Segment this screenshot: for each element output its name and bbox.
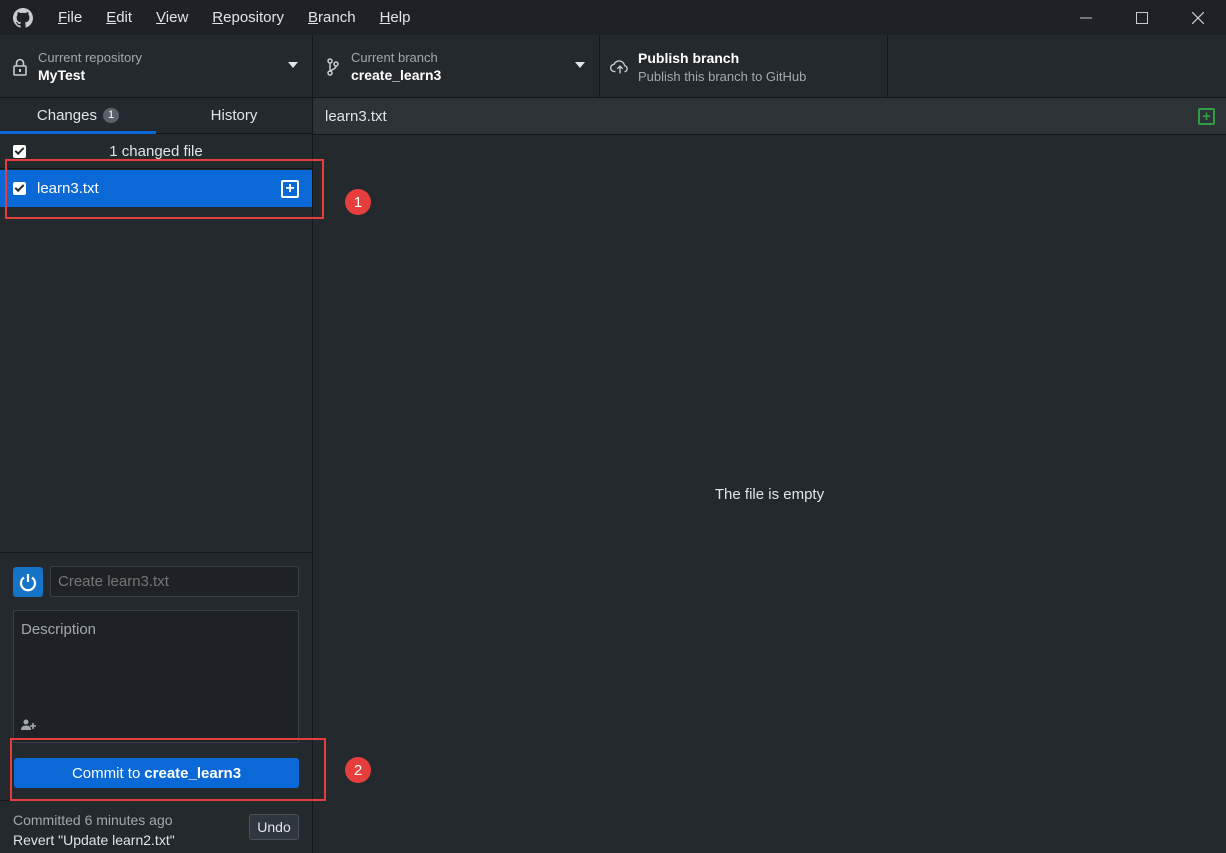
current-branch-value: create_learn3 [351, 66, 442, 83]
changed-files-count: 1 changed file [109, 142, 203, 160]
menu-branch[interactable]: Branch [296, 0, 368, 35]
menu-help[interactable]: Help [368, 0, 423, 35]
tab-changes-label: Changes [36, 107, 97, 124]
menu-repository[interactable]: Repository [200, 0, 296, 35]
current-branch-button[interactable]: Current branch create_learn3 [313, 35, 600, 98]
empty-file-message: The file is empty [714, 486, 825, 503]
diff-view: The file is empty [313, 135, 1226, 853]
tab-changes[interactable]: Changes 1 [0, 98, 156, 134]
last-commit-panel: Committed 6 minutes ago Revert "Update l… [0, 800, 312, 853]
toolbar: Current repository MyTest Current branch… [0, 35, 1226, 98]
tab-history-label: History [210, 107, 258, 124]
commit-description-field[interactable]: Description [13, 610, 299, 743]
current-branch-label: Current branch [351, 49, 438, 65]
close-button[interactable] [1170, 0, 1226, 35]
current-repository-value: MyTest [38, 66, 86, 83]
menu-bar: File Edit View Repository Branch Help [46, 0, 422, 35]
chevron-down-icon [288, 62, 298, 68]
avatar [13, 567, 43, 597]
branch-icon [323, 57, 343, 76]
undo-button[interactable]: Undo [249, 814, 299, 840]
chevron-down-icon [575, 62, 585, 68]
github-logo-icon [12, 7, 34, 29]
last-commit-message: Revert "Update learn2.txt" [13, 832, 175, 848]
file-added-icon: + [1198, 108, 1215, 125]
current-repository-button[interactable]: Current repository MyTest [0, 35, 313, 98]
window-controls [1058, 0, 1226, 35]
publish-branch-button[interactable]: Publish branch Publish this branch to Gi… [600, 35, 888, 98]
power-icon [19, 574, 37, 592]
title-bar: File Edit View Repository Branch Help [0, 0, 1226, 35]
select-all-checkbox[interactable] [13, 144, 26, 158]
annotation-highlight-file [5, 159, 324, 219]
menu-edit[interactable]: Edit [94, 0, 144, 35]
commit-summary-input[interactable] [50, 566, 299, 597]
changes-count-badge: 1 [102, 108, 120, 123]
diff-header: learn3.txt + [313, 98, 1226, 135]
diff-file-name: learn3.txt [325, 107, 387, 125]
menu-view[interactable]: View [144, 0, 200, 35]
maximize-button[interactable] [1114, 0, 1170, 35]
cloud-upload-icon [610, 58, 630, 76]
publish-branch-subtitle: Publish this branch to GitHub [638, 68, 807, 84]
sidebar-tabs: Changes 1 History [0, 98, 312, 134]
maximize-icon [1136, 11, 1148, 24]
minimize-icon [1080, 17, 1092, 18]
annotation-marker: 2 [345, 757, 371, 783]
current-repository-label: Current repository [38, 49, 143, 65]
description-placeholder: Description [21, 621, 97, 638]
annotation-highlight-commit [10, 738, 326, 801]
publish-branch-title: Publish branch [638, 49, 740, 66]
add-coauthor-icon[interactable] [21, 719, 37, 734]
close-icon [1192, 11, 1204, 24]
lock-icon [10, 58, 30, 76]
menu-file[interactable]: File [46, 0, 94, 35]
minimize-button[interactable] [1058, 0, 1114, 35]
annotation-marker: 1 [345, 189, 371, 215]
last-commit-time: Committed 6 minutes ago [13, 812, 173, 828]
tab-history[interactable]: History [156, 98, 312, 133]
